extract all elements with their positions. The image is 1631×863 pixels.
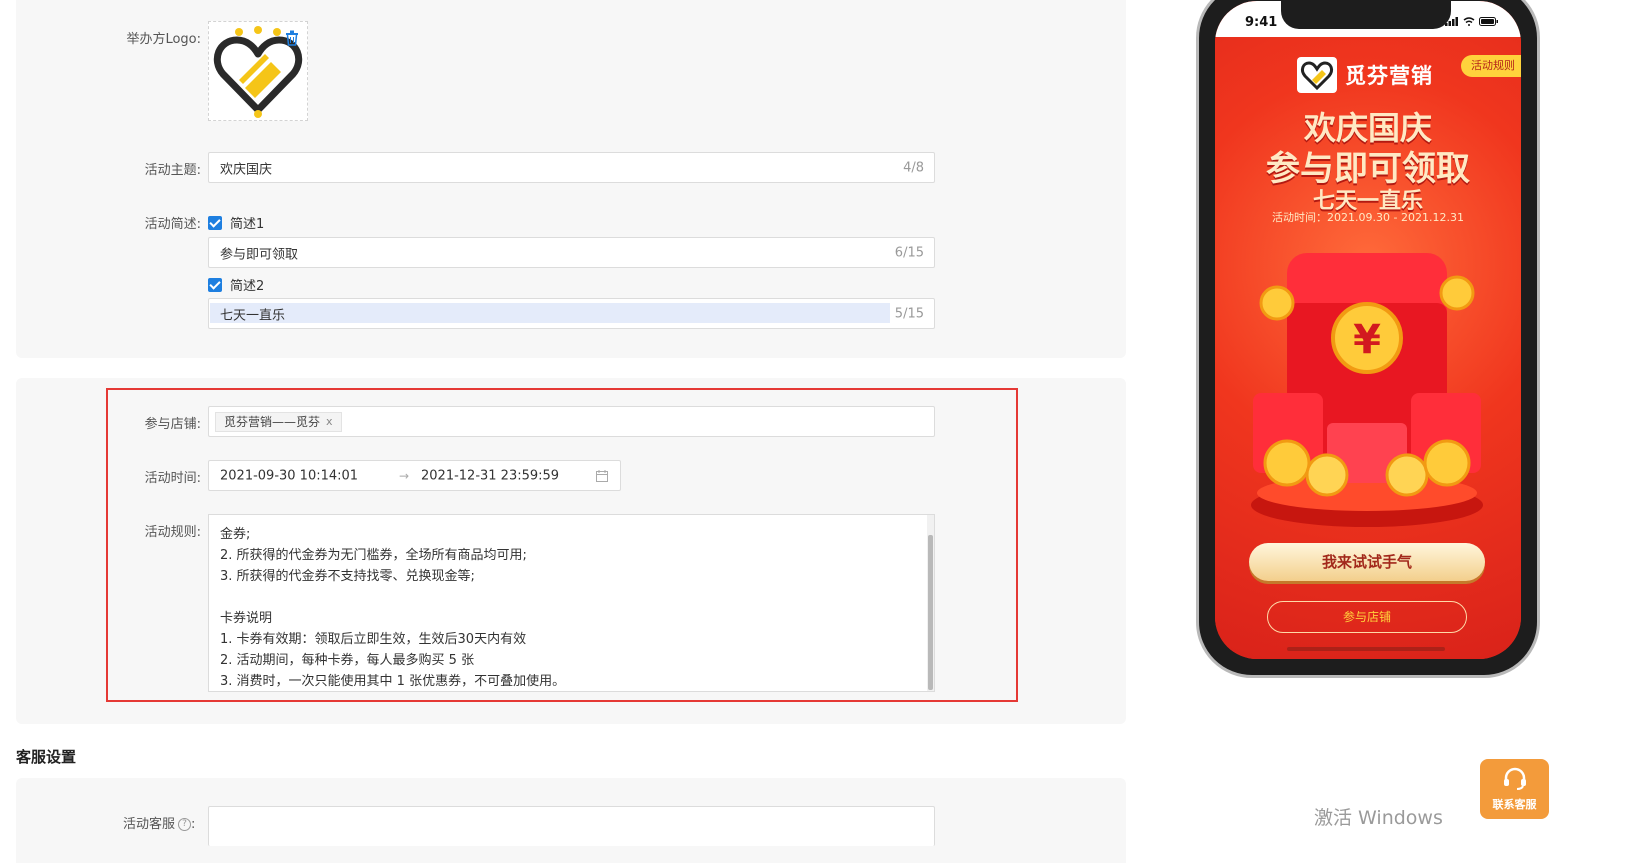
heart-logo-icon	[1300, 61, 1334, 91]
try-luck-button[interactable]: 我来试试手气	[1249, 543, 1485, 581]
delete-icon[interactable]	[285, 30, 299, 46]
phone-notch	[1281, 1, 1451, 29]
theme-input[interactable]: 欢庆国庆 4/8	[208, 152, 935, 183]
service-label-row: 活动客服?:	[123, 817, 196, 832]
phone-screen: 9:41 活动规则 觅芬营销 欢庆国庆 参与即可领取 七天一直乐 活动时间：20…	[1215, 1, 1521, 659]
windows-activation-watermark: 激活 Windows	[1314, 807, 1443, 829]
desc2-checkbox[interactable]: 简述2	[208, 275, 264, 294]
editor-canvas: 举办方Logo: 活动主题: 欢庆国庆 4/8 活动简述: 简述1 参与即可领取…	[0, 0, 1631, 863]
headset-icon	[1504, 767, 1526, 790]
status-bar: 9:41	[1215, 1, 1521, 37]
highlight-frame	[106, 388, 1018, 702]
service-input[interactable]	[208, 806, 935, 846]
desc1-checkbox[interactable]: 简述1	[208, 213, 264, 232]
service-section-title: 客服设置	[16, 748, 77, 766]
checkbox-checked-icon	[208, 277, 222, 292]
svg-text:¥: ¥	[1353, 317, 1381, 363]
brand: 觅芬营销	[1297, 57, 1433, 93]
wifi-icon	[1463, 17, 1475, 26]
desc1-count: 6/15	[894, 245, 924, 260]
desc-label: 活动简述:	[144, 217, 201, 232]
logo-label: 举办方Logo:	[126, 32, 201, 47]
activity-date: 活动时间：2021.09.30 - 2021.12.31	[1272, 211, 1464, 224]
status-time: 9:41	[1245, 15, 1278, 30]
participating-stores-button[interactable]: 参与店铺	[1267, 601, 1467, 633]
desc1-check-label: 简述1	[230, 217, 265, 232]
desc1-input[interactable]: 参与即可领取 6/15	[208, 237, 935, 268]
brand-name: 觅芬营销	[1345, 64, 1433, 88]
contact-service-button[interactable]: 联系客服	[1480, 759, 1549, 819]
rule-badge[interactable]: 活动规则	[1461, 55, 1521, 77]
battery-icon	[1479, 17, 1498, 26]
desc2-count: 5/15	[894, 306, 924, 321]
desc2-check-label: 简述2	[230, 279, 265, 294]
theme-count: 4/8	[903, 160, 924, 175]
phone-preview: 9:41 活动规则 觅芬营销 欢庆国庆 参与即可领取 七天一直乐 活动时间：20…	[1196, 0, 1540, 678]
checkbox-checked-icon	[208, 215, 222, 230]
logo-upload[interactable]	[208, 21, 308, 121]
desc2-input[interactable]: 七天一直乐 5/15	[208, 298, 935, 329]
desc1-value: 参与即可领取	[220, 247, 299, 262]
theme-value: 欢庆国庆	[220, 162, 273, 177]
contact-service-label: 联系客服	[1492, 798, 1537, 811]
status-icons	[1445, 17, 1499, 26]
desc2-value: 七天一直乐	[220, 308, 286, 323]
theme-label: 活动主题:	[144, 163, 201, 178]
text-selection-highlight	[210, 303, 890, 323]
home-indicator	[1287, 647, 1445, 651]
brand-logo-icon	[1297, 57, 1337, 93]
service-label: 活动客服	[123, 817, 176, 832]
help-icon[interactable]: ?	[178, 818, 192, 831]
red-envelope-illustration-icon: ¥	[1251, 253, 1483, 527]
